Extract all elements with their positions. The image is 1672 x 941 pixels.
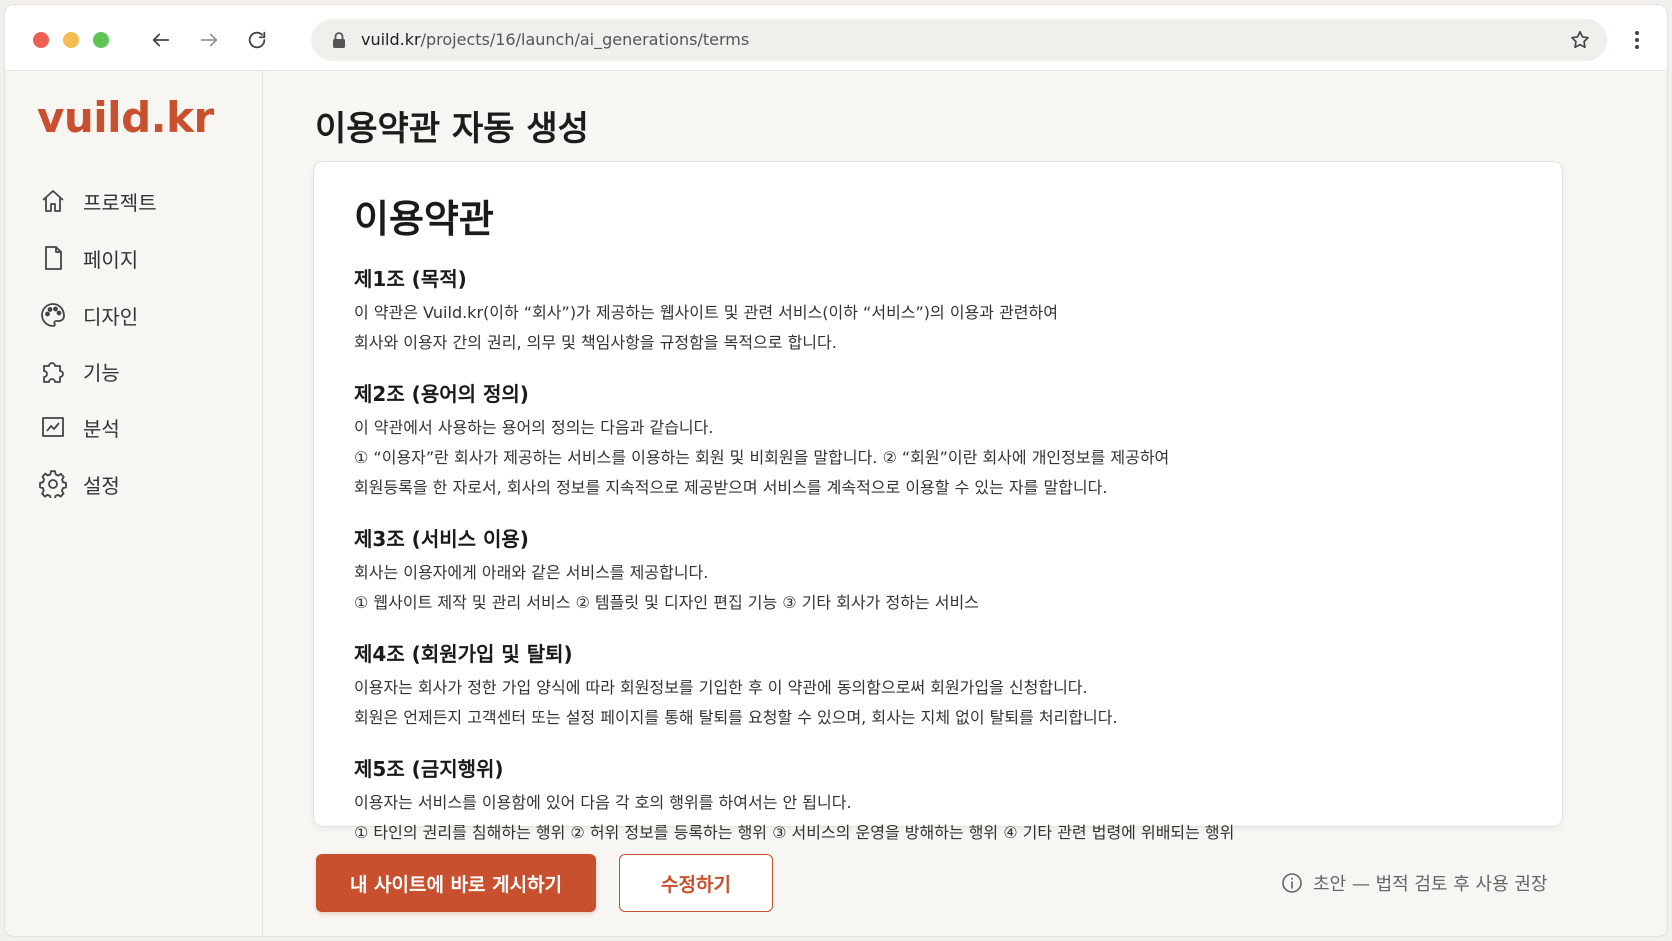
section-line: 이 약관은 Vuild.kr(이하 “회사”)가 제공하는 웹사이트 및 관련 … <box>354 303 1058 322</box>
bookmark-star-icon[interactable] <box>1569 29 1591 51</box>
section-line: 이용자는 서비스를 이용함에 있어 다음 각 호의 행위를 하여서는 안 됩니다… <box>354 793 852 812</box>
edit-button[interactable]: 수정하기 <box>619 854 773 912</box>
address-bar[interactable]: vuild.kr/projects/16/launch/ai_generatio… <box>311 19 1607 61</box>
publish-to-site-button[interactable]: 내 사이트에 바로 게시하기 <box>316 854 596 912</box>
sidebar-item-label: 프로젝트 <box>83 190 157 215</box>
section-heading: 제1조 (목적) <box>354 267 467 291</box>
section-line: 회원은 언제든지 고객센터 또는 설정 페이지를 통해 탈퇴를 요청할 수 있으… <box>354 708 1118 727</box>
sidebar: vuild.kr 프로젝트 페이지 디자인 기능 분석 설정 <box>5 71 263 936</box>
info-icon <box>1282 873 1302 893</box>
more-menu-icon[interactable] <box>1625 26 1649 54</box>
arrow-right-icon <box>200 33 218 47</box>
maximize-window-button[interactable] <box>93 32 109 48</box>
back-button[interactable] <box>147 26 175 54</box>
brand-logo[interactable]: vuild.kr <box>37 93 214 142</box>
reload-button[interactable] <box>243 26 271 54</box>
url-text: vuild.kr/projects/16/launch/ai_generatio… <box>361 30 749 49</box>
section-line: 이용자는 회사가 정한 가입 양식에 따라 회원정보를 기입한 후 이 약관에 … <box>354 678 1088 697</box>
terms-section-5: 제5조 (금지행위) 이용자는 서비스를 이용함에 있어 다음 각 호의 행위를… <box>354 753 1522 848</box>
terms-document-card: 이용약관 제1조 (목적) 이 약관은 Vuild.kr(이하 “회사”)가 제… <box>313 161 1563 842</box>
browser-toolbar: vuild.kr/projects/16/launch/ai_generatio… <box>5 5 1667 71</box>
palette-icon <box>41 303 65 327</box>
file-icon <box>45 246 62 270</box>
sidebar-item-label: 페이지 <box>83 247 139 272</box>
sidebar-item-features[interactable]: 기능 <box>39 351 239 391</box>
sidebar-item-label: 설정 <box>83 473 120 498</box>
minimize-window-button[interactable] <box>63 32 79 48</box>
section-line: 이 약관에서 사용하는 용어의 정의는 다음과 같습니다. <box>354 418 714 437</box>
lock-icon <box>333 32 345 48</box>
section-line: ① 웹사이트 제작 및 관리 서비스 ② 템플릿 및 디자인 편집 기능 ③ 기… <box>354 593 979 612</box>
close-window-button[interactable] <box>33 32 49 48</box>
forward-button[interactable] <box>195 26 223 54</box>
arrow-left-icon <box>152 33 170 47</box>
section-line: ① “이용자”란 회사가 제공하는 서비스를 이용하는 회원 및 비회원을 말합… <box>354 448 1170 467</box>
section-line: 회사와 이용자 간의 권리, 의무 및 책임사항을 규정함을 목적으로 합니다. <box>354 333 837 352</box>
gear-icon <box>39 470 67 498</box>
section-line: ① 타인의 권리를 침해하는 행위 ② 허위 정보를 등록하는 행위 ③ 서비스… <box>354 823 1235 842</box>
url-path: /projects/16/launch/ai_generations/terms <box>420 30 750 49</box>
home-icon <box>42 190 64 212</box>
terms-section-4: 제4조 (회원가입 및 탈퇴) 이용자는 회사가 정한 가입 양식에 따라 회원… <box>354 638 1522 733</box>
reload-icon <box>248 31 266 49</box>
section-line: 회사는 이용자에게 아래와 같은 서비스를 제공합니다. <box>354 563 709 582</box>
section-heading: 제3조 (서비스 이용) <box>354 527 529 551</box>
sidebar-item-label: 기능 <box>83 360 120 385</box>
sidebar-item-settings[interactable]: 설정 <box>39 464 239 504</box>
section-heading: 제4조 (회원가입 및 탈퇴) <box>354 642 573 666</box>
terms-section-1: 제1조 (목적) 이 약관은 Vuild.kr(이하 “회사”)가 제공하는 웹… <box>354 263 1522 358</box>
page-title: 이용약관 자동 생성 <box>315 109 589 149</box>
section-heading: 제5조 (금지행위) <box>354 757 504 781</box>
section-heading: 제2조 (용어의 정의) <box>354 382 529 406</box>
draft-notice-text: 초안 — 법적 검토 후 사용 권장 <box>1313 874 1548 895</box>
section-line: 회원등록을 한 자로서, 회사의 정보를 지속적으로 제공받으며 서비스를 계속… <box>354 478 1108 497</box>
sidebar-item-label: 디자인 <box>83 304 139 329</box>
sidebar-item-label: 분석 <box>83 416 120 441</box>
sidebar-item-design[interactable]: 디자인 <box>39 295 239 335</box>
sidebar-item-analytics[interactable]: 분석 <box>39 407 239 447</box>
terms-section-3: 제3조 (서비스 이용) 회사는 이용자에게 아래와 같은 서비스를 제공합니다… <box>354 523 1522 618</box>
terms-section-2: 제2조 (용어의 정의) 이 약관에서 사용하는 용어의 정의는 다음과 같습니… <box>354 378 1522 503</box>
browser-window: vuild.kr/projects/16/launch/ai_generatio… <box>4 4 1668 937</box>
sidebar-item-pages[interactable]: 페이지 <box>39 238 239 278</box>
url-host: vuild.kr <box>361 30 421 49</box>
puzzle-icon <box>43 362 64 383</box>
sidebar-item-projects[interactable]: 프로젝트 <box>39 181 239 221</box>
document-title: 이용약관 <box>354 197 494 241</box>
chart-icon <box>42 417 64 437</box>
draft-notice: 초안 — 법적 검토 후 사용 권장 <box>1281 870 1548 896</box>
